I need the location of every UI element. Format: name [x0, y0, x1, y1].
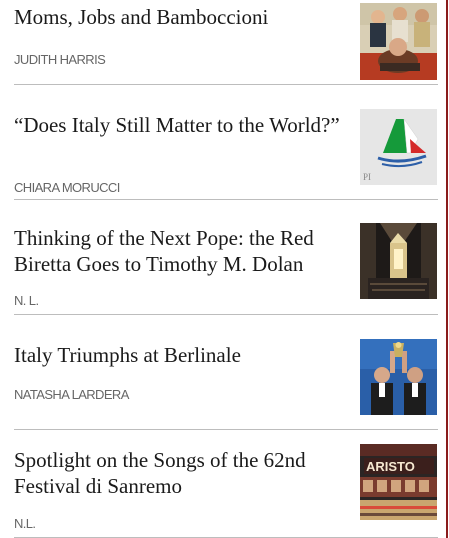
ariston-sign-text: ARISTO — [366, 459, 415, 474]
article-title[interactable]: Italy Triumphs at Berlinale — [14, 342, 344, 368]
logo-text: PI — [363, 172, 371, 182]
list-item[interactable]: Spotlight on the Songs of the 62nd Festi… — [14, 430, 438, 538]
list-item[interactable]: “Does Italy Still Matter to the World?” … — [14, 85, 438, 200]
list-item[interactable]: Italy Triumphs at Berlinale NATASHA LARD… — [14, 315, 438, 430]
award-winners-thumbnail[interactable] — [360, 339, 437, 415]
article-author[interactable]: N.L. — [14, 516, 36, 531]
article-author[interactable]: JUDITH HARRIS — [14, 52, 106, 67]
article-list: Moms, Jobs and Bamboccioni JUDITH HARRIS… — [0, 0, 449, 538]
article-title[interactable]: Spotlight on the Songs of the 62nd Festi… — [14, 447, 344, 499]
ariston-theatre-thumbnail[interactable]: ARISTO — [360, 444, 437, 520]
family-photo-thumbnail[interactable] — [360, 3, 437, 80]
article-author[interactable]: NATASHA LARDERA — [14, 387, 129, 402]
article-title[interactable]: “Does Italy Still Matter to the World?” — [14, 112, 344, 138]
list-item[interactable]: Thinking of the Next Pope: the Red Biret… — [14, 200, 438, 315]
article-author[interactable]: N. L. — [14, 293, 39, 308]
list-item[interactable]: Moms, Jobs and Bamboccioni JUDITH HARRIS — [14, 0, 438, 85]
article-author[interactable]: CHIARA MORUCCI — [14, 180, 120, 195]
article-title[interactable]: Moms, Jobs and Bamboccioni — [14, 4, 344, 30]
italian-flag-sail-logo-thumbnail[interactable]: PI — [360, 109, 437, 185]
article-title[interactable]: Thinking of the Next Pope: the Red Biret… — [14, 225, 344, 277]
sidebar-divider-line — [446, 0, 448, 538]
cathedral-interior-thumbnail[interactable] — [360, 223, 437, 299]
